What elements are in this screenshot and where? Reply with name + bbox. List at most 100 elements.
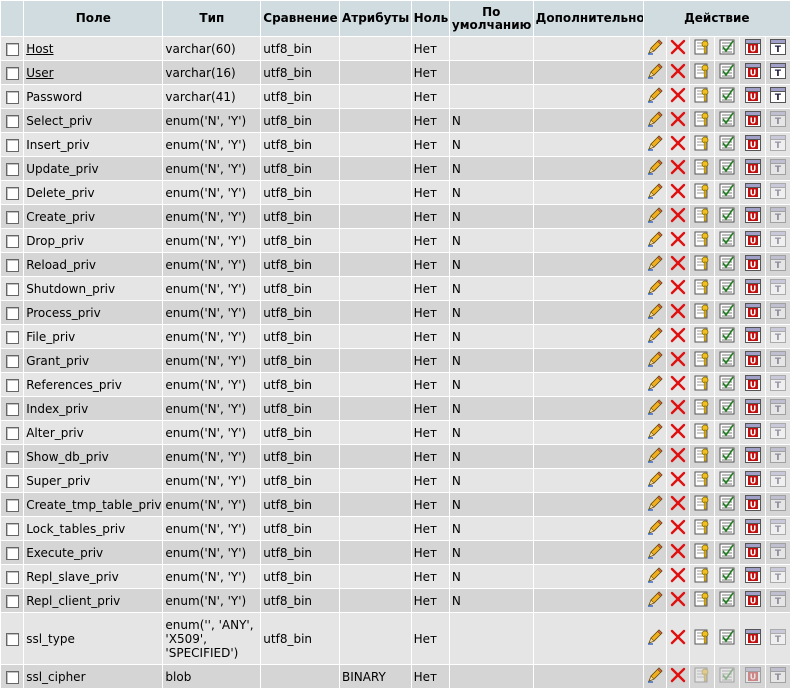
row-checkbox[interactable]	[5, 138, 19, 152]
primary-key-icon[interactable]	[690, 86, 714, 107]
index-icon[interactable]	[715, 86, 739, 107]
unique-icon[interactable]: U	[740, 566, 764, 587]
primary-key-icon[interactable]	[690, 566, 714, 587]
row-checkbox[interactable]	[5, 522, 19, 536]
row-checkbox[interactable]	[5, 66, 19, 80]
primary-key-icon[interactable]	[690, 206, 714, 227]
unique-icon[interactable]: U	[740, 134, 764, 155]
drop-x-icon[interactable]	[667, 326, 689, 347]
drop-x-icon[interactable]	[667, 230, 689, 251]
index-icon[interactable]	[715, 230, 739, 251]
edit-pencil-icon[interactable]	[644, 542, 666, 563]
primary-key-icon[interactable]	[690, 182, 714, 203]
row-checkbox[interactable]	[5, 258, 19, 272]
row-checkbox[interactable]	[5, 594, 19, 608]
primary-key-icon[interactable]	[690, 278, 714, 299]
drop-x-icon[interactable]	[667, 134, 689, 155]
unique-icon[interactable]: U	[740, 62, 764, 83]
index-icon[interactable]	[715, 254, 739, 275]
row-checkbox[interactable]	[5, 162, 19, 176]
edit-pencil-icon[interactable]	[644, 422, 666, 443]
row-checkbox[interactable]	[5, 474, 19, 488]
edit-pencil-icon[interactable]	[644, 518, 666, 539]
index-icon[interactable]	[715, 446, 739, 467]
drop-x-icon[interactable]	[667, 422, 689, 443]
row-checkbox[interactable]	[5, 378, 19, 392]
unique-icon[interactable]: U	[740, 254, 764, 275]
primary-key-icon[interactable]	[690, 628, 714, 649]
row-checkbox[interactable]	[5, 498, 19, 512]
primary-key-icon[interactable]	[690, 470, 714, 491]
field-name[interactable]: User	[26, 66, 53, 80]
unique-icon[interactable]: U	[740, 542, 764, 563]
row-checkbox[interactable]	[5, 402, 19, 416]
drop-x-icon[interactable]	[667, 542, 689, 563]
drop-x-icon[interactable]	[667, 350, 689, 371]
index-icon[interactable]	[715, 278, 739, 299]
primary-key-icon[interactable]	[690, 326, 714, 347]
index-icon[interactable]	[715, 158, 739, 179]
row-checkbox[interactable]	[5, 210, 19, 224]
row-checkbox[interactable]	[5, 306, 19, 320]
unique-icon[interactable]: U	[740, 110, 764, 131]
edit-pencil-icon[interactable]	[644, 230, 666, 251]
primary-key-icon[interactable]	[690, 230, 714, 251]
edit-pencil-icon[interactable]	[644, 590, 666, 611]
primary-key-icon[interactable]	[690, 110, 714, 131]
edit-pencil-icon[interactable]	[644, 446, 666, 467]
primary-key-icon[interactable]	[690, 590, 714, 611]
row-checkbox[interactable]	[5, 330, 19, 344]
row-checkbox[interactable]	[5, 570, 19, 584]
row-checkbox[interactable]	[5, 282, 19, 296]
edit-pencil-icon[interactable]	[644, 302, 666, 323]
unique-icon[interactable]: U	[740, 326, 764, 347]
edit-pencil-icon[interactable]	[644, 278, 666, 299]
index-icon[interactable]	[715, 326, 739, 347]
primary-key-icon[interactable]	[690, 422, 714, 443]
drop-x-icon[interactable]	[667, 446, 689, 467]
unique-icon[interactable]: U	[740, 86, 764, 107]
edit-pencil-icon[interactable]	[644, 134, 666, 155]
edit-pencil-icon[interactable]	[644, 182, 666, 203]
index-icon[interactable]	[715, 542, 739, 563]
edit-pencil-icon[interactable]	[644, 494, 666, 515]
field-name[interactable]: Host	[26, 42, 53, 56]
drop-x-icon[interactable]	[667, 566, 689, 587]
primary-key-icon[interactable]	[690, 446, 714, 467]
unique-icon[interactable]: U	[740, 158, 764, 179]
drop-x-icon[interactable]	[667, 494, 689, 515]
index-icon[interactable]	[715, 470, 739, 491]
row-checkbox[interactable]	[5, 354, 19, 368]
index-icon[interactable]	[715, 398, 739, 419]
unique-icon[interactable]: U	[740, 374, 764, 395]
primary-key-icon[interactable]	[690, 38, 714, 59]
edit-pencil-icon[interactable]	[644, 62, 666, 83]
drop-x-icon[interactable]	[667, 158, 689, 179]
drop-x-icon[interactable]	[667, 254, 689, 275]
drop-x-icon[interactable]	[667, 590, 689, 611]
drop-x-icon[interactable]	[667, 110, 689, 131]
edit-pencil-icon[interactable]	[644, 38, 666, 59]
row-checkbox[interactable]	[5, 42, 19, 56]
row-checkbox[interactable]	[5, 450, 19, 464]
primary-key-icon[interactable]	[690, 374, 714, 395]
unique-icon[interactable]: U	[740, 590, 764, 611]
unique-icon[interactable]: U	[740, 446, 764, 467]
primary-key-icon[interactable]	[690, 302, 714, 323]
edit-pencil-icon[interactable]	[644, 158, 666, 179]
unique-icon[interactable]: U	[740, 206, 764, 227]
edit-pencil-icon[interactable]	[644, 470, 666, 491]
drop-x-icon[interactable]	[667, 62, 689, 83]
drop-x-icon[interactable]	[667, 278, 689, 299]
drop-x-icon[interactable]	[667, 470, 689, 491]
edit-pencil-icon[interactable]	[644, 398, 666, 419]
index-icon[interactable]	[715, 590, 739, 611]
unique-icon[interactable]: U	[740, 518, 764, 539]
drop-x-icon[interactable]	[667, 666, 689, 687]
row-checkbox[interactable]	[5, 632, 19, 646]
primary-key-icon[interactable]	[690, 494, 714, 515]
primary-key-icon[interactable]	[690, 62, 714, 83]
drop-x-icon[interactable]	[667, 86, 689, 107]
index-icon[interactable]	[715, 494, 739, 515]
index-icon[interactable]	[715, 566, 739, 587]
